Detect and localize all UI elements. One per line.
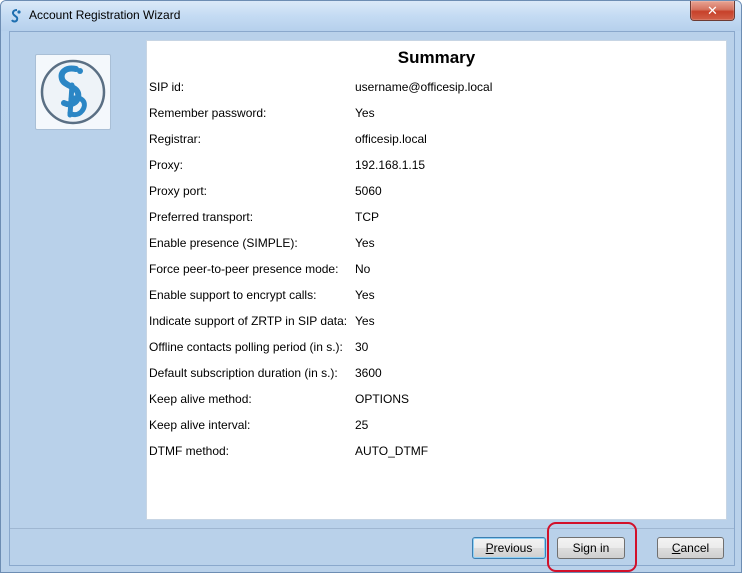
window-title: Account Registration Wizard <box>29 8 181 22</box>
row-label: Keep alive interval: <box>149 418 251 432</box>
close-button[interactable]: ✕ <box>690 1 735 21</box>
row-value: Yes <box>355 106 375 120</box>
row-value: OPTIONS <box>355 392 410 406</box>
row-value: No <box>355 262 371 276</box>
row-value: 5060 <box>355 184 382 198</box>
highlight-annotation <box>547 522 637 572</box>
row-value: Yes <box>355 236 375 250</box>
row-label: Offline contacts polling period (in s.): <box>149 340 343 354</box>
row-value: AUTO_DTMF <box>355 444 429 458</box>
row-value: username@officesip.local <box>355 80 493 94</box>
cancel-button[interactable]: Cancel <box>657 537 724 559</box>
wizard-window: Account Registration Wizard ✕ Summary SI… <box>0 0 742 573</box>
summary-panel: Summary SIP id: username@officesip.local… <box>146 40 727 520</box>
previous-button[interactable]: Previous <box>472 537 546 559</box>
summary-title: Summary <box>397 48 476 67</box>
row-value: TCP <box>355 210 379 224</box>
row-label: Indicate support of ZRTP in SIP data: <box>149 314 348 328</box>
previous-button-label: Previous <box>485 541 533 555</box>
row-value: Yes <box>355 288 375 302</box>
row-label: Remember password: <box>149 106 267 120</box>
logo-panel <box>35 54 111 130</box>
row-label: Force peer-to-peer presence mode: <box>149 262 339 276</box>
sip-logo-icon <box>40 59 106 125</box>
row-label: Enable presence (SIMPLE): <box>149 236 298 250</box>
row-label: Enable support to encrypt calls: <box>149 288 317 302</box>
row-value: Yes <box>355 314 375 328</box>
wizard-client-area: Summary SIP id: username@officesip.local… <box>9 31 735 572</box>
cancel-button-label: Cancel <box>671 541 710 555</box>
row-label: Proxy: <box>149 158 184 172</box>
row-value: officesip.local <box>355 132 427 146</box>
row-value: 30 <box>355 340 369 354</box>
close-icon: ✕ <box>707 2 718 18</box>
row-label: Keep alive method: <box>149 392 252 406</box>
row-label: SIP id: <box>149 80 185 94</box>
row-label: Default subscription duration (in s.): <box>149 366 338 380</box>
row-label: Registrar: <box>149 132 202 146</box>
row-value: 3600 <box>355 366 382 380</box>
row-value: 25 <box>355 418 369 432</box>
row-label: Proxy port: <box>149 184 208 198</box>
row-label: DTMF method: <box>149 444 230 458</box>
row-label: Preferred transport: <box>149 210 254 224</box>
row-value: 192.168.1.15 <box>355 158 426 172</box>
app-title-icon <box>11 9 21 23</box>
title-bar[interactable]: Account Registration Wizard ✕ <box>1 1 741 31</box>
